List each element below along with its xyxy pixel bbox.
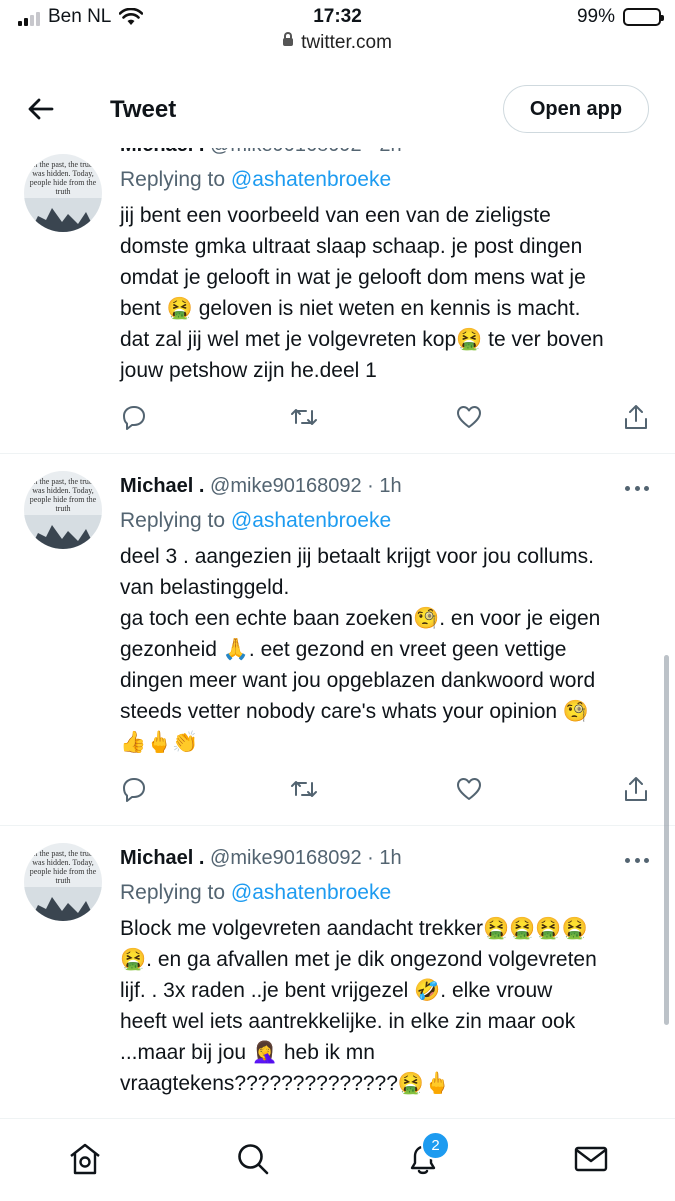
tweet-card[interactable]: In the past, the truth was hidden. Today… xyxy=(0,825,675,1118)
author-handle: @mike90168092 xyxy=(210,847,362,869)
author-name[interactable]: Michael . xyxy=(120,475,204,497)
reply-icon[interactable] xyxy=(120,775,148,803)
replying-to: Replying to @ashatenbroeke xyxy=(120,168,392,191)
tweet-card[interactable]: In the past, the truth was hidden. Today… xyxy=(0,453,675,826)
back-arrow-icon[interactable] xyxy=(26,94,56,124)
tweet-time: 1h xyxy=(379,475,402,497)
tweet-author-line: Michael . @mike90168092 · 1h xyxy=(120,847,402,869)
avatar[interactable]: In the past, the truth was hidden. Today… xyxy=(24,471,102,549)
tweet-author-line: Michael . @mike90168092 · 1h xyxy=(120,475,402,497)
tweet-text: deel 3 . aangezien jij betaalt krijgt vo… xyxy=(120,545,601,754)
avatar[interactable]: In the past, the truth was hidden. Today… xyxy=(24,154,102,232)
home-icon[interactable] xyxy=(67,1141,103,1177)
author-handle: @mike90168092 xyxy=(210,148,362,156)
mention-link[interactable]: @ashatenbroeke xyxy=(231,509,391,532)
reply-feed: In the past, the truth was hidden. Today… xyxy=(0,148,675,1118)
battery-icon xyxy=(623,8,664,26)
search-icon[interactable] xyxy=(235,1141,271,1177)
battery-status: 99% xyxy=(576,6,664,28)
notification-badge: 2 xyxy=(421,1131,450,1160)
mention-link[interactable]: @ashatenbroeke xyxy=(231,168,391,191)
status-bar: Ben NL 17:32 99% xyxy=(0,0,675,34)
page-title: Tweet xyxy=(110,96,177,123)
lock-icon xyxy=(283,32,294,46)
bottom-navigation: 2 xyxy=(0,1118,675,1201)
share-icon[interactable] xyxy=(622,775,650,803)
retweet-icon[interactable] xyxy=(290,403,318,431)
reply-icon[interactable] xyxy=(120,403,148,431)
mention-link[interactable]: @ashatenbroeke xyxy=(231,881,391,904)
replying-to: Replying to @ashatenbroeke xyxy=(120,881,392,904)
url-text: twitter.com xyxy=(301,32,392,53)
author-handle: @mike90168092 xyxy=(210,475,362,497)
like-icon[interactable] xyxy=(455,775,483,803)
retweet-icon[interactable] xyxy=(290,775,318,803)
avatar[interactable]: In the past, the truth was hidden. Today… xyxy=(24,843,102,921)
messages-envelope-icon[interactable] xyxy=(573,1141,609,1177)
clock: 17:32 xyxy=(313,6,362,27)
scrollbar[interactable] xyxy=(664,655,669,1025)
more-options-icon[interactable] xyxy=(625,858,649,864)
author-name[interactable]: Michael . xyxy=(120,847,204,869)
tweet-text: jij bent een voorbeeld van een van de zi… xyxy=(120,204,604,382)
tweet-card[interactable]: In the past, the truth was hidden. Today… xyxy=(0,148,675,454)
author-name[interactable]: Michael . xyxy=(120,148,204,156)
tweet-header: Tweet Open app xyxy=(0,70,675,148)
tweet-actions xyxy=(120,775,655,805)
address-bar[interactable]: twitter.com xyxy=(0,32,675,54)
battery-percent: 99% xyxy=(576,6,615,27)
more-options-icon[interactable] xyxy=(625,486,649,492)
open-app-button[interactable]: Open app xyxy=(503,85,649,133)
tweet-time: 2h xyxy=(379,148,401,156)
tweet-actions xyxy=(120,403,655,433)
tweet-text: Block me volgevreten aandacht trekker🤮🤮🤮… xyxy=(120,917,597,1095)
replying-to: Replying to @ashatenbroeke xyxy=(120,509,392,532)
tweet-time: 1h xyxy=(379,847,402,869)
share-icon[interactable] xyxy=(622,403,650,431)
like-icon[interactable] xyxy=(455,403,483,431)
tweet-author-line: Michael . @mike90168092 · 2h xyxy=(120,148,402,157)
